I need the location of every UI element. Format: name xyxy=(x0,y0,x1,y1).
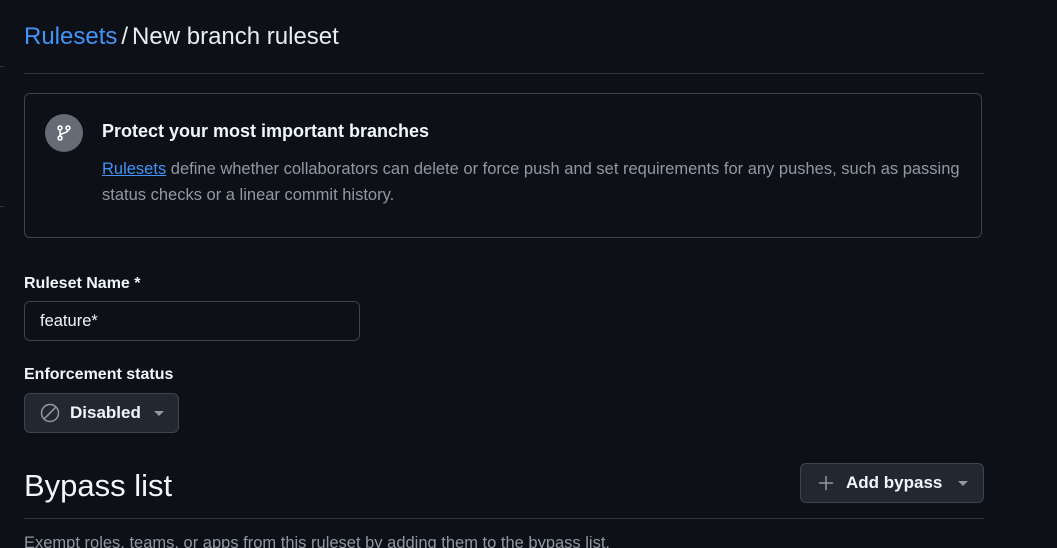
bypass-divider xyxy=(24,518,984,519)
info-banner: Protect your most important branches Rul… xyxy=(24,93,982,238)
breadcrumb-separator: / xyxy=(121,23,129,50)
plus-icon xyxy=(818,475,834,491)
circle-slash-icon xyxy=(40,403,60,423)
bypass-list-title: Bypass list xyxy=(24,468,173,503)
page-title: New branch ruleset xyxy=(132,23,339,50)
breadcrumb: Rulesets / New branch ruleset xyxy=(24,22,339,52)
enforcement-status-value: Disabled xyxy=(70,403,141,422)
edge-divider-tick xyxy=(0,66,4,67)
enforcement-status-dropdown[interactable]: Disabled xyxy=(24,393,179,433)
add-bypass-button[interactable]: Add bypass xyxy=(800,463,984,503)
add-bypass-label: Add bypass xyxy=(846,473,943,492)
rulesets-docs-link[interactable]: Rulesets xyxy=(102,160,166,178)
enforcement-status-label: Enforcement status xyxy=(24,366,174,383)
chevron-down-icon xyxy=(958,480,969,486)
info-banner-title: Protect your most important branches xyxy=(102,121,430,141)
page: Rulesets / New branch ruleset Protect your… xyxy=(0,0,1057,548)
info-banner-description-text: define whether collaborators can delete … xyxy=(102,160,960,204)
ruleset-name-input[interactable] xyxy=(24,301,360,341)
header-divider xyxy=(24,73,984,74)
git-branch-icon xyxy=(45,114,83,152)
edge-divider-tick xyxy=(0,206,4,207)
bypass-list-description: Exempt roles, teams, or apps from this r… xyxy=(24,534,611,548)
info-banner-description: Rulesets define whether collaborators ca… xyxy=(102,156,962,208)
breadcrumb-rulesets-link[interactable]: Rulesets xyxy=(24,23,117,50)
chevron-down-icon xyxy=(153,410,164,416)
ruleset-name-label: Ruleset Name * xyxy=(24,275,141,292)
